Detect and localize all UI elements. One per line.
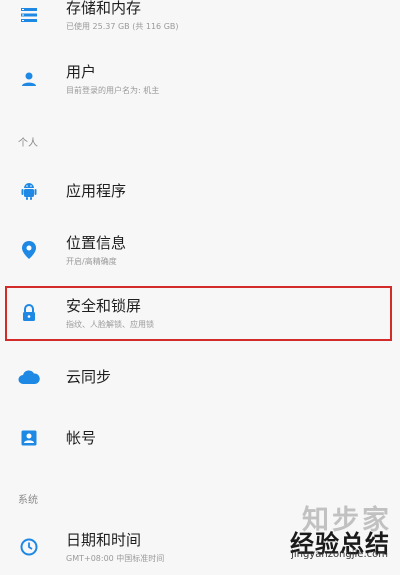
settings-item-subtitle: 已使用 25.37 GB (共 116 GB) [66,21,179,31]
settings-item-subtitle: 开启/高精确度 [66,256,117,266]
android-icon [18,180,40,202]
settings-item-title: 安全和锁屏 [66,296,142,315]
settings-item-title: 帐号 [66,429,97,447]
storage-icon [18,4,40,26]
settings-item-account[interactable]: 帐号 [0,410,400,466]
settings-item-user[interactable]: 用户 目前登录的用户名为: 机主 [0,51,400,107]
section-header-system: 系统 [18,495,38,506]
settings-item-security[interactable]: 安全和锁屏 指纹、人脸解锁、应用锁 [0,285,400,341]
cloud-icon [18,366,40,388]
user-icon [18,68,40,90]
settings-item-title: 位置信息 [66,233,127,252]
settings-item-title: 存储和内存 [66,0,142,17]
clock-icon [18,536,40,558]
settings-item-cloud-sync[interactable]: 云同步 [0,349,400,405]
settings-item-subtitle: 指纹、人脸解锁、应用锁 [66,319,154,329]
settings-item-location[interactable]: 位置信息 开启/高精确度 [0,222,400,278]
settings-item-title: 云同步 [66,368,112,386]
account-box-icon [18,427,40,449]
settings-item-subtitle: GMT+08:00 中国标准时间 [66,553,165,563]
settings-item-title: 日期和时间 [66,530,142,549]
watermark-url: jingyanzongjie.com [291,549,388,560]
settings-item-title: 应用程序 [66,182,127,200]
settings-item-title: 用户 [66,62,97,81]
settings-item-apps[interactable]: 应用程序 [0,163,400,219]
settings-item-subtitle: 目前登录的用户名为: 机主 [66,85,160,95]
lock-icon [18,302,40,324]
location-pin-icon [18,239,40,261]
settings-item-storage[interactable]: 存储和内存 已使用 25.37 GB (共 116 GB) [0,0,400,43]
section-header-personal: 个人 [18,138,38,149]
